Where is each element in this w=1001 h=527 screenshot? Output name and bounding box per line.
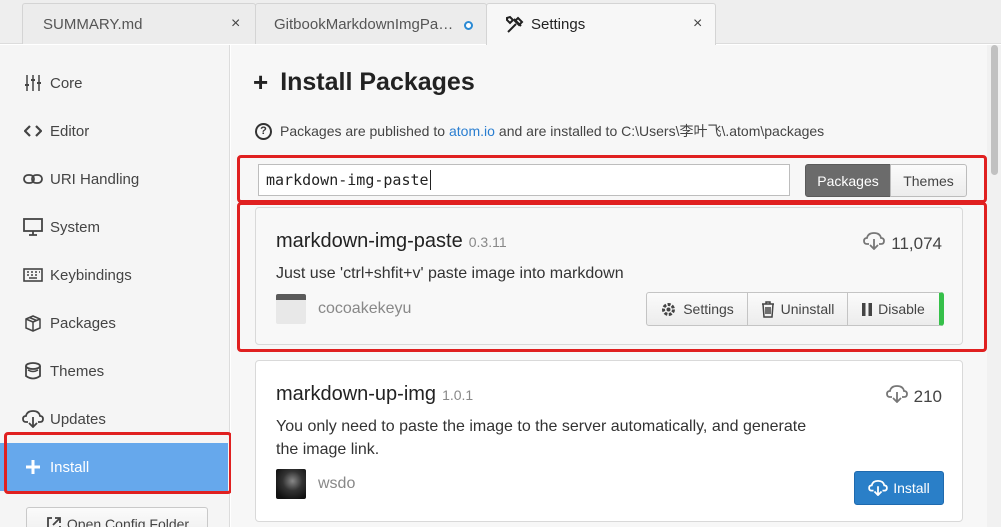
atom-io-link[interactable]: atom.io	[449, 123, 495, 139]
sidebar-item-keybindings[interactable]: Keybindings	[0, 251, 230, 299]
info-prefix: Packages are published to	[280, 123, 445, 139]
package-name[interactable]: markdown-up-img	[276, 383, 436, 405]
sidebar-item-label: Updates	[50, 410, 106, 428]
tab-title: GitbookMarkdownImgPas…	[274, 15, 459, 33]
package-icon	[22, 312, 44, 334]
package-description: You only need to paste the image to the …	[276, 418, 807, 458]
question-icon: ?	[255, 122, 272, 140]
info-line: ? Packages are published to atom.io and …	[255, 121, 824, 141]
download-count: 210	[885, 385, 942, 408]
keyboard-icon	[22, 264, 44, 286]
sidebar-item-core[interactable]: Core	[0, 59, 230, 107]
tab-summary[interactable]: SUMMARY.md ×	[22, 3, 256, 44]
sidebar-item-label: Editor	[50, 122, 90, 140]
package-highlight-box	[237, 202, 987, 352]
cloud-download-icon	[885, 385, 908, 408]
plus-icon: +	[253, 67, 269, 97]
tab-title: SUMMARY.md	[43, 15, 143, 33]
tab-gitbook[interactable]: GitbookMarkdownImgPas…	[255, 3, 487, 44]
sidebar-item-label: Packages	[50, 314, 116, 332]
sidebar-item-packages[interactable]: Packages	[0, 299, 230, 347]
cloud-download-icon	[22, 408, 44, 430]
tools-icon	[505, 15, 525, 35]
package-name-row: markdown-up-img 1.0.1	[276, 383, 473, 406]
install-panel: + Install Packages ? Packages are publis…	[231, 45, 1001, 527]
sidebar-item-system[interactable]: System	[0, 203, 230, 251]
sidebar-item-label: Core	[50, 74, 83, 92]
avatar	[276, 469, 306, 499]
external-link-icon	[45, 513, 63, 527]
close-icon[interactable]: ×	[231, 15, 240, 33]
open-config-folder-button[interactable]: Open Config Folder	[26, 507, 208, 527]
sidebar-item-label: Themes	[50, 362, 105, 380]
install-button[interactable]: Install	[854, 471, 944, 505]
sidebar-item-label: Keybindings	[50, 266, 132, 284]
link-icon	[22, 168, 44, 190]
search-input[interactable]: markdown-img-paste	[258, 164, 790, 196]
sidebar-item-themes[interactable]: Themes	[0, 347, 230, 395]
config-button-label: Open Config Folder	[66, 516, 190, 527]
monitor-icon	[22, 216, 44, 238]
install-button-label: Install	[893, 480, 930, 496]
author-name[interactable]: wsdo	[318, 475, 355, 493]
sidebar-item-label: URI Handling	[50, 170, 140, 188]
package-card: markdown-up-img 1.0.1 210 You only need t…	[255, 360, 963, 522]
tab-title: Settings	[531, 16, 586, 33]
sidebar-item-editor[interactable]: Editor	[0, 107, 230, 155]
install-highlight-box	[4, 432, 232, 494]
download-count-value: 210	[913, 386, 942, 406]
package-author[interactable]: wsdo	[276, 469, 355, 499]
modified-dot-icon[interactable]	[464, 21, 473, 30]
sidebar-item-label: System	[50, 218, 101, 236]
page-title-text: Install Packages	[280, 68, 475, 96]
package-version: 1.0.1	[442, 387, 474, 403]
cloud-download-icon	[868, 480, 888, 496]
code-icon	[22, 120, 44, 142]
page-title: + Install Packages	[253, 67, 475, 98]
scrollbar[interactable]	[987, 45, 1001, 527]
close-icon[interactable]: ×	[693, 15, 702, 33]
tab-settings[interactable]: Settings ×	[486, 3, 716, 45]
themes-toggle-button[interactable]: Themes	[890, 164, 967, 197]
packages-toggle-button[interactable]: Packages	[805, 164, 891, 197]
sliders-icon	[22, 72, 44, 94]
search-highlight-box: markdown-img-paste Packages Themes	[237, 155, 987, 203]
sidebar-item-uri-handling[interactable]: URI Handling	[0, 155, 230, 203]
tab-bar: SUMMARY.md × GitbookMarkdownImgPas… Sett…	[0, 0, 1001, 45]
info-suffix: and are installed to C:\Users\李叶飞\.atom\…	[498, 123, 825, 139]
paintcan-icon	[22, 360, 44, 382]
text-caret	[429, 170, 431, 190]
scrollbar-thumb[interactable]	[991, 45, 998, 175]
search-input-value: markdown-img-paste	[266, 171, 429, 189]
